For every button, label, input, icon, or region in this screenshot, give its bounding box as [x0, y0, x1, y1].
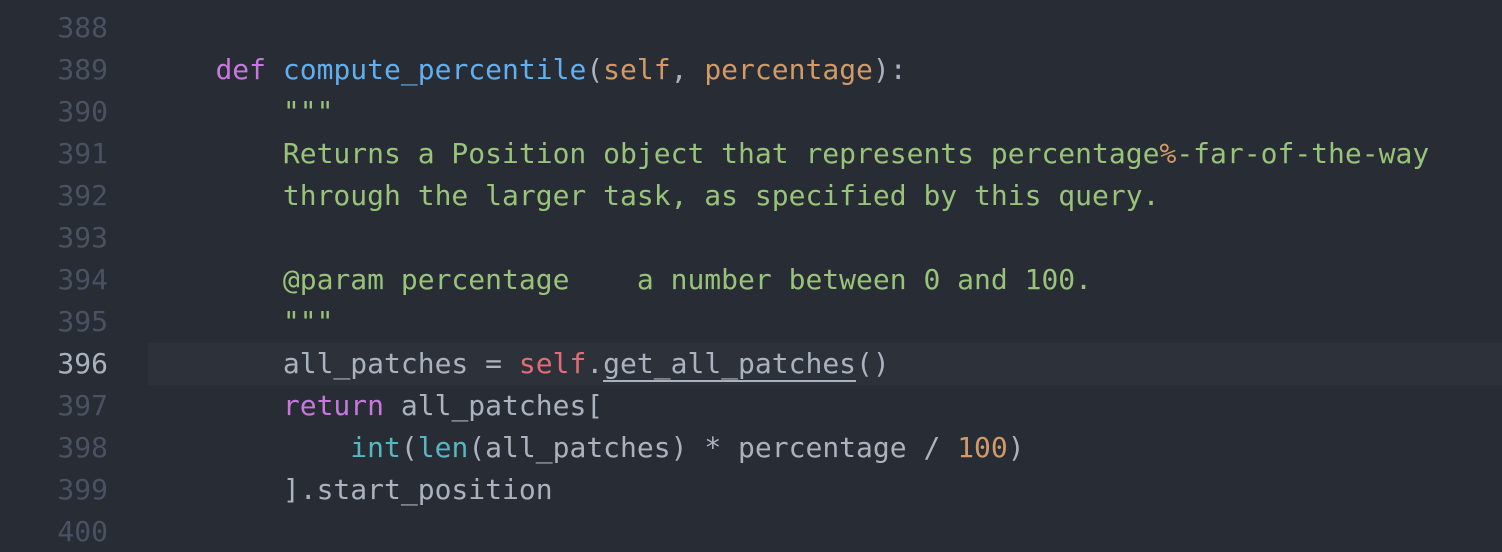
code-line-399[interactable]: 399 ].start_position: [0, 469, 1502, 511]
code-text[interactable]: @param percentage a number between 0 and…: [148, 259, 1092, 301]
code-token: def: [215, 53, 267, 86]
code-token: (: [400, 431, 418, 464]
code-text[interactable]: def compute_percentile(self, percentage)…: [148, 49, 907, 91]
line-number: 395: [57, 305, 108, 338]
line-number: 390: [57, 95, 108, 128]
code-line-393[interactable]: 393: [0, 217, 1502, 259]
code-token: ):: [872, 53, 907, 86]
code-token: -far-of-the-way: [1176, 137, 1430, 170]
code-line-389[interactable]: 389 def compute_percentile(self, percent…: [0, 49, 1502, 91]
code-token: %: [1159, 137, 1177, 170]
line-number: 399: [57, 473, 108, 506]
code-line-392[interactable]: 392 through the larger task, as specifie…: [0, 175, 1502, 217]
code-line-398[interactable]: 398 int(len(all_patches) * percentage / …: [0, 427, 1502, 469]
code-text[interactable]: Returns a Position object that represent…: [148, 133, 1429, 175]
line-number: 396: [57, 347, 108, 380]
code-token: .: [586, 347, 604, 380]
line-number: 391: [57, 137, 108, 170]
code-line-391[interactable]: 391 Returns a Position object that repre…: [0, 133, 1502, 175]
code-token: """: [282, 305, 334, 338]
line-number: 392: [57, 179, 108, 212]
scrolled-off-line-fragment: [480, 0, 710, 2]
code-text[interactable]: through the larger task, as specified by…: [148, 175, 1160, 217]
code-token: (: [586, 53, 604, 86]
code-token: percentage: [704, 53, 873, 86]
code-token: return: [282, 389, 385, 422]
code-token: @param percentage a number between 0 and…: [282, 263, 1093, 296]
code-token: self: [518, 347, 587, 380]
line-number: 394: [57, 263, 108, 296]
code-token: get_all_patches: [603, 347, 857, 382]
code-text[interactable]: ].start_position: [148, 469, 553, 511]
line-number: 400: [57, 515, 108, 548]
code-token: compute_percentile: [282, 53, 587, 86]
code-token: int: [350, 431, 401, 464]
code-token: ,: [670, 53, 705, 86]
code-token: 100: [957, 431, 1008, 464]
line-number: 393: [57, 221, 108, 254]
line-number: 397: [57, 389, 108, 422]
code-line-390[interactable]: 390 """: [0, 91, 1502, 133]
code-token: (): [856, 347, 890, 380]
code-text[interactable]: return all_patches[: [148, 385, 603, 427]
line-number: 389: [57, 53, 108, 86]
code-token: ): [1007, 431, 1025, 464]
code-text[interactable]: """: [148, 91, 334, 133]
code-token: Returns a Position object that represent…: [282, 137, 1160, 170]
code-token: self: [603, 53, 671, 86]
line-number: 398: [57, 431, 108, 464]
code-editor[interactable]: 388 389 def compute_percentile(self, perc…: [0, 0, 1502, 552]
code-line-400[interactable]: 400: [0, 511, 1502, 552]
code-line-395[interactable]: 395 """: [0, 301, 1502, 343]
code-token: len: [417, 431, 469, 464]
code-line-388[interactable]: 388: [0, 7, 1502, 49]
code-line-394[interactable]: 394 @param percentage a number between 0…: [0, 259, 1502, 301]
code-token: """: [282, 95, 334, 128]
code-line-397[interactable]: 397 return all_patches[: [0, 385, 1502, 427]
code-token: (all_patches) * percentage /: [468, 431, 958, 464]
code-token: all_patches =: [282, 347, 519, 380]
code-text[interactable]: """: [148, 301, 334, 343]
code-token: through the larger task, as specified by…: [282, 179, 1160, 212]
code-token: ].start_position: [282, 473, 553, 506]
code-text[interactable]: all_patches = self.get_all_patches(): [148, 343, 890, 385]
code-text[interactable]: int(len(all_patches) * percentage / 100): [148, 427, 1025, 469]
line-number: 388: [57, 11, 108, 44]
code-line-396[interactable]: 396 all_patches = self.get_all_patches(): [0, 343, 1502, 385]
code-token: all_patches[: [384, 389, 604, 422]
